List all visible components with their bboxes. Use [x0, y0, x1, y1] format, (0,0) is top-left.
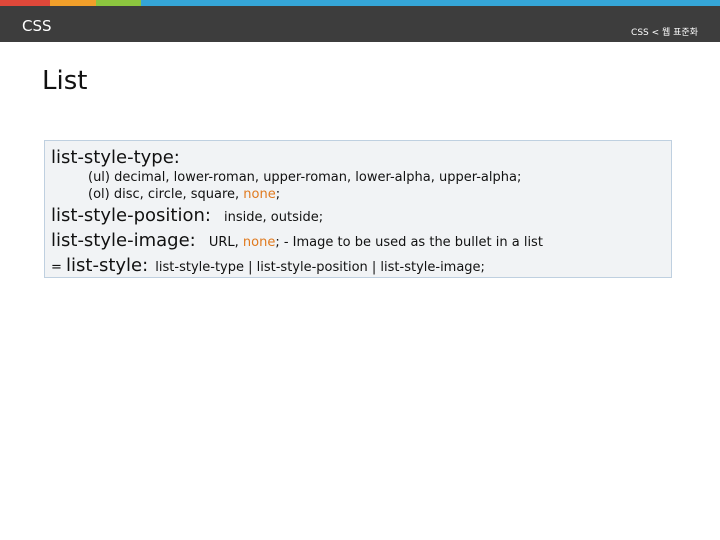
slide-title: List	[42, 66, 88, 96]
header-title: CSS	[22, 17, 52, 35]
header-breadcrumb: CSS < 웹 표준화	[631, 28, 698, 38]
list-style-position-values: inside, outside;	[224, 210, 324, 225]
ol-none-highlight: none	[243, 187, 276, 202]
list-style-image-description: ; - Image to be used as the bullet in a …	[275, 235, 543, 250]
header-bar: CSS CSS < 웹 표준화	[0, 0, 720, 42]
list-style-image-label: list-style-image:	[51, 230, 196, 251]
ol-values-end: ;	[275, 187, 281, 202]
list-style-label: list-style:	[66, 255, 149, 276]
list-style-position-row: list-style-position: inside, outside;	[51, 205, 323, 226]
list-style-image-values: URL,	[208, 235, 243, 250]
ol-values-text: (ol) disc, circle, square,	[88, 187, 244, 202]
stripe-orange	[50, 0, 96, 6]
list-style-position-label: list-style-position:	[51, 205, 211, 226]
header-stripes	[0, 0, 720, 6]
list-style-type-label: list-style-type:	[51, 147, 180, 168]
stripe-blue	[141, 0, 720, 6]
ul-values: (ul) decimal, lower-roman, upper-roman, …	[88, 170, 522, 185]
list-style-image-row: list-style-image: URL, none; - Image to …	[51, 230, 543, 251]
equals-sign: =	[51, 260, 67, 275]
image-none-highlight: none	[242, 235, 276, 250]
content-box: list-style-type: (ul) decimal, lower-rom…	[44, 140, 672, 278]
list-style-values: list-style-type | list-style-position | …	[155, 260, 485, 275]
stripe-red	[0, 0, 50, 6]
stripe-green	[96, 0, 141, 6]
ol-values: (ol) disc, circle, square, none;	[88, 187, 280, 202]
list-style-shorthand-row: = list-style: list-style-type | list-sty…	[51, 255, 485, 276]
